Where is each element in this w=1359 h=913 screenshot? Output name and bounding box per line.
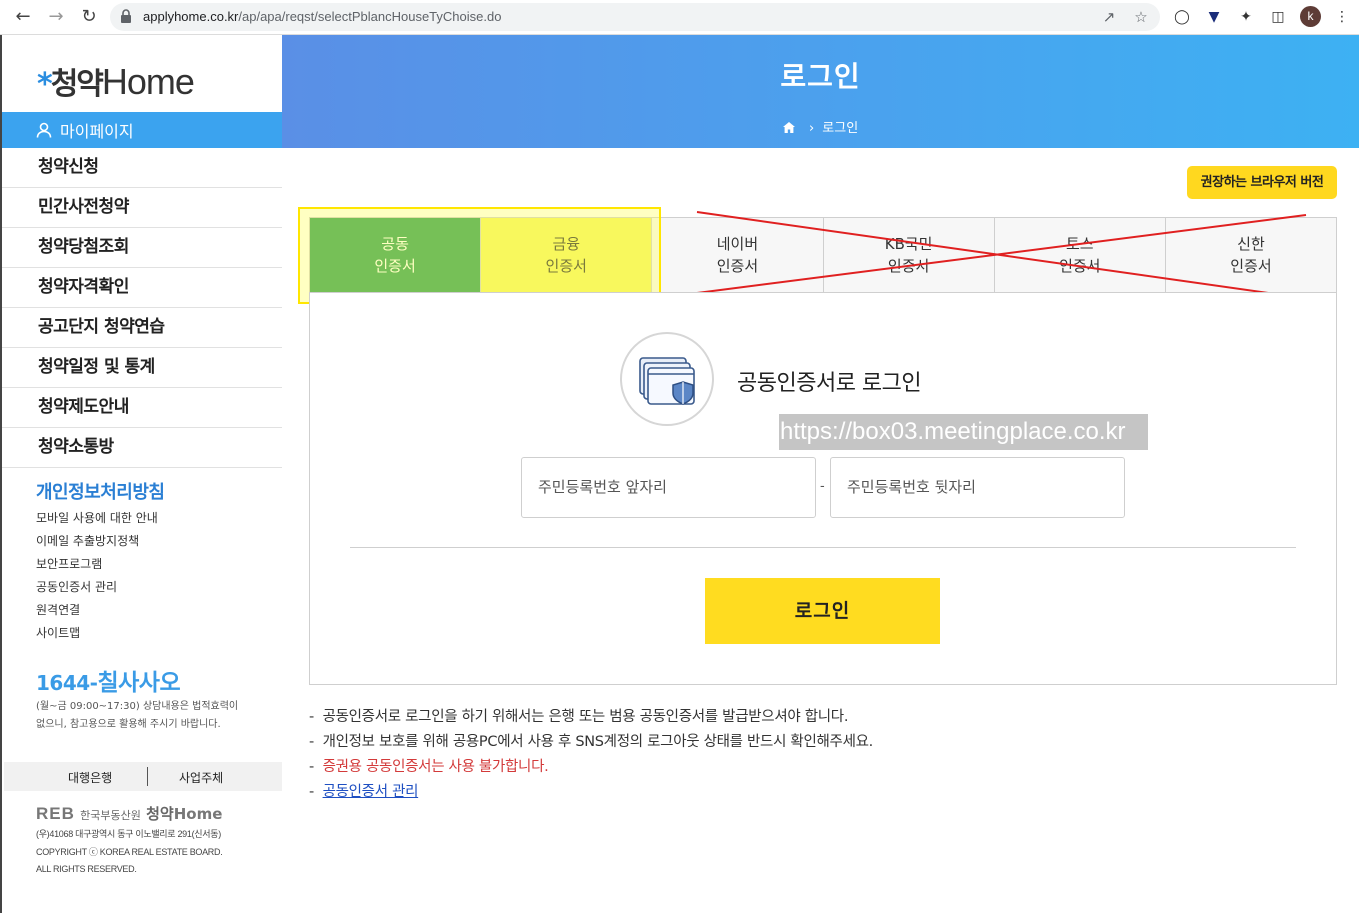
divider xyxy=(350,547,1296,548)
sub-links: 모바일 사용에 대한 안내 이메일 추출방지정책 보안프로그램 공동인증서 관리… xyxy=(36,509,158,647)
footer-logo: REB 한국부동산원 청약Home xyxy=(36,804,223,823)
main-menu: 청약신청 민간사전청약 청약당첨조회 청약자격확인 공고단지 청약연습 청약일정… xyxy=(2,148,282,468)
recommended-browser-button[interactable]: 권장하는 브라우저 버전 xyxy=(1187,166,1337,199)
forward-icon[interactable]: → xyxy=(45,6,67,28)
menu-item-winning-lookup[interactable]: 청약당첨조회 xyxy=(2,228,282,268)
link-certificate-management[interactable]: 공동인증서 관리 xyxy=(36,578,158,601)
partner-divider xyxy=(147,767,148,786)
tab-naver-certificate[interactable]: 네이버 인증서 xyxy=(652,218,824,293)
lock-icon xyxy=(121,9,131,23)
menu-item-private-pre-subscription[interactable]: 민간사전청약 xyxy=(2,188,282,228)
mouse-extension-icon[interactable]: ◯ xyxy=(1172,7,1192,27)
footer-address: (우)41068 대구광역시 동구 이노밸리로 291(신서동) xyxy=(36,829,221,839)
certificate-icon xyxy=(620,332,714,426)
profile-avatar[interactable]: k xyxy=(1300,6,1321,27)
page-title: 로그인 xyxy=(780,60,861,93)
rrn-back-input[interactable]: 주민등록번호 뒷자리 xyxy=(830,457,1125,518)
note-item-link: - 공동인증서 관리 xyxy=(309,784,419,800)
link-security-program[interactable]: 보안프로그램 xyxy=(36,555,158,578)
rrn-separator: - xyxy=(820,479,825,494)
footer-copyright: COPYRIGHT ⓒ KOREA REAL ESTATE BOARD. xyxy=(36,846,223,857)
login-title: 공동인증서로 로그인 xyxy=(737,371,922,396)
note-item-warning: - 증권용 공동인증서는 사용 불가합니다. xyxy=(309,759,549,775)
address-bar[interactable]: applyhome.co.kr/ap/apa/reqst/selectPblan… xyxy=(110,3,1160,31)
user-icon xyxy=(36,122,52,138)
url-watermark: https://box03.meetingplace.co.kr xyxy=(779,414,1148,450)
menu-item-system-guide[interactable]: 청약제도안내 xyxy=(2,388,282,428)
link-remote-connection[interactable]: 원격연결 xyxy=(36,601,158,624)
call-center-note: (월~금 09:00~17:30) 상담내용은 법적효력이 없으니, 참고용으로… xyxy=(36,701,239,730)
tab-financial-certificate[interactable]: 금융 인증서 xyxy=(481,218,653,293)
footer-info: (우)41068 대구광역시 동구 이노밸리로 291(신서동) COPYRIG… xyxy=(36,826,223,879)
certificate-tabs: 공동 인증서 금융 인증서 네이버 인증서 KB국민 인증서 토스 인증서 신한 인증서 xyxy=(309,217,1337,301)
download-extension-icon[interactable]: ▼ xyxy=(1204,7,1224,27)
privacy-policy-link[interactable]: 개인정보처리방침 xyxy=(36,478,165,504)
breadcrumb-current: 로그인 xyxy=(822,121,859,136)
page-header-banner: 로그인 › 로그인 xyxy=(282,35,1359,148)
reload-icon[interactable]: ↻ xyxy=(78,6,100,28)
menu-item-eligibility-check[interactable]: 청약자격확인 xyxy=(2,268,282,308)
url-text: applyhome.co.kr/ap/apa/reqst/selectPblan… xyxy=(143,9,502,24)
rrn-front-input[interactable]: 주민등록번호 앞자리 xyxy=(521,457,816,518)
more-menu-icon[interactable]: ⋮ xyxy=(1332,7,1352,27)
mypage-button[interactable]: 마이페이지 xyxy=(2,112,282,148)
extensions-puzzle-icon[interactable]: ✦ xyxy=(1236,7,1256,27)
home-icon[interactable] xyxy=(782,122,795,133)
share-icon[interactable]: ↗ xyxy=(1100,8,1118,26)
menu-item-schedule-stats[interactable]: 청약일정 및 통계 xyxy=(2,348,282,388)
bookmark-star-icon[interactable]: ☆ xyxy=(1132,8,1150,26)
call-center-number: 1644-칠사사오 xyxy=(36,670,181,696)
login-panel: 공동인증서로 로그인 https://box03.meetingplace.co… xyxy=(309,292,1337,685)
tab-shinhan-certificate[interactable]: 신한 인증서 xyxy=(1166,218,1336,293)
tab-joint-certificate[interactable]: 공동 인증서 xyxy=(310,218,482,301)
left-sidebar: *청약Home 마이페이지 청약신청 민간사전청약 청약당첨조회 청약자격확인 … xyxy=(0,35,282,913)
link-email-policy[interactable]: 이메일 추출방지정책 xyxy=(36,532,158,555)
link-mobile-guide[interactable]: 모바일 사용에 대한 안내 xyxy=(36,509,158,532)
partner-bank-link[interactable]: 대행은행 xyxy=(68,769,112,786)
site-logo[interactable]: *청약Home xyxy=(37,59,195,103)
chevron-right-icon: › xyxy=(808,121,815,136)
login-notes: - 공동인증서로 로그인을 하기 위해서는 은행 또는 범용 공동인증서를 발급… xyxy=(309,705,873,805)
footer-rights: ALL RIGHTS RESERVED. xyxy=(36,864,137,874)
partner-links: 대행은행 사업주체 xyxy=(4,762,282,791)
login-button[interactable]: 로그인 xyxy=(705,578,940,644)
browser-toolbar: ← → ↻ applyhome.co.kr/ap/apa/reqst/selec… xyxy=(0,0,1359,35)
side-panel-icon[interactable]: ◫ xyxy=(1268,7,1288,27)
certificate-management-link[interactable]: 공동인증서 관리 xyxy=(323,784,419,800)
mypage-label: 마이페이지 xyxy=(60,122,134,141)
tab-kb-certificate[interactable]: KB국민 인증서 xyxy=(824,218,995,293)
note-item: - 공동인증서로 로그인을 하기 위해서는 은행 또는 범용 공동인증서를 발급… xyxy=(309,709,849,725)
menu-item-apply[interactable]: 청약신청 xyxy=(2,148,282,188)
breadcrumb: › 로그인 xyxy=(282,117,1359,136)
menu-item-community[interactable]: 청약소통방 xyxy=(2,428,282,468)
tab-toss-certificate[interactable]: 토스 인증서 xyxy=(995,218,1166,293)
back-icon[interactable]: ← xyxy=(12,6,34,28)
menu-item-practice[interactable]: 공고단지 청약연습 xyxy=(2,308,282,348)
link-sitemap[interactable]: 사이트맵 xyxy=(36,624,158,647)
note-item: - 개인정보 보호를 위해 공용PC에서 사용 후 SNS계정의 로그아웃 상태… xyxy=(309,734,873,750)
partner-business-link[interactable]: 사업주체 xyxy=(179,769,223,786)
